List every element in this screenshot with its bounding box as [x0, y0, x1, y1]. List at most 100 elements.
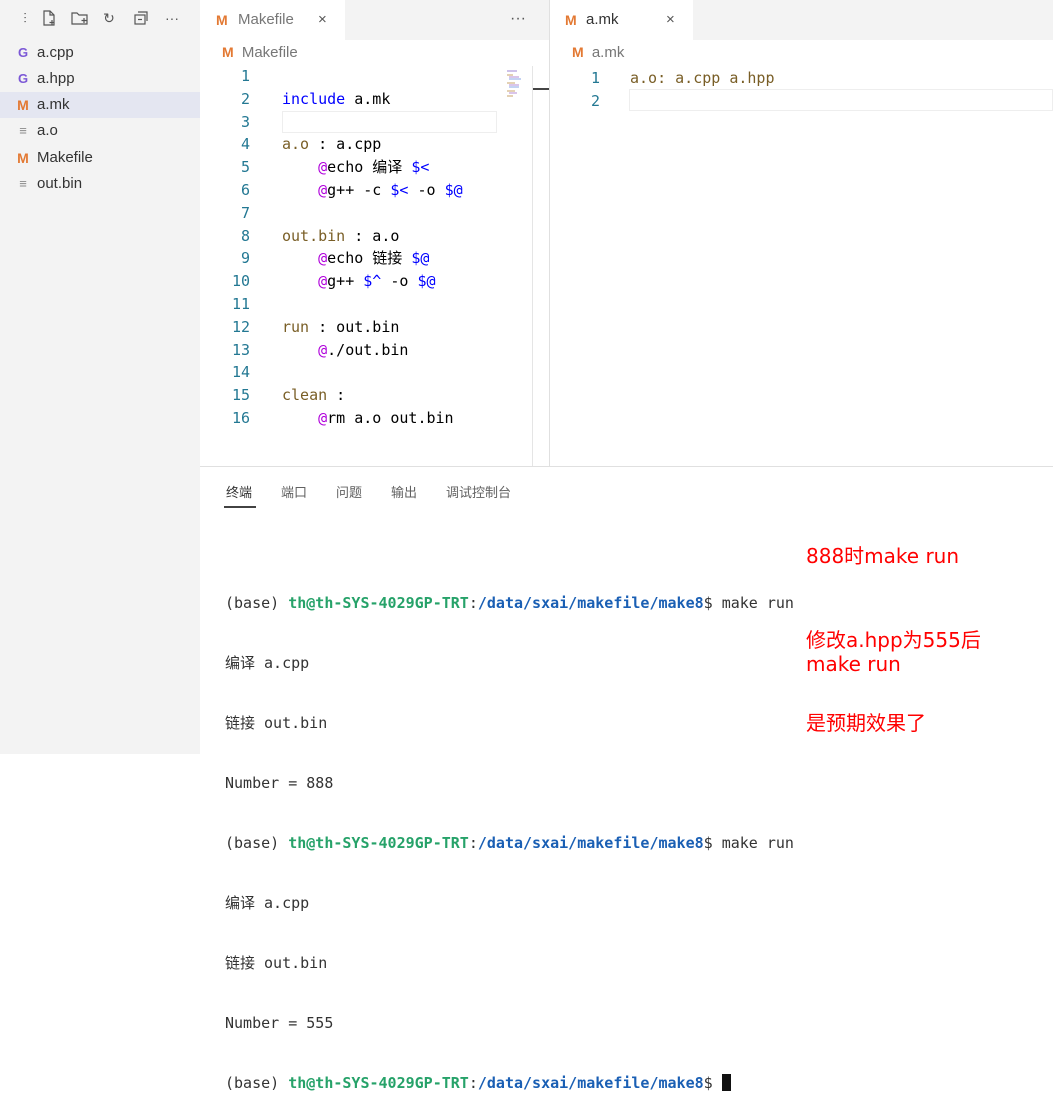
left-scrollbar[interactable]: [532, 66, 550, 466]
cpp-file-icon: G: [17, 71, 29, 86]
terminal-cursor: [721, 1074, 731, 1091]
collapse-all-icon[interactable]: [132, 9, 150, 27]
line-number: 9: [240, 249, 250, 268]
code-line: @g++ $^ -o $@: [282, 270, 436, 292]
code-token: : out.bin: [309, 317, 400, 336]
file-item-makefile[interactable]: M Makefile: [0, 145, 200, 171]
line-number: 16: [231, 409, 250, 427]
terminal-line: 编译 a.cpp: [225, 894, 310, 912]
line-number: 14: [231, 363, 250, 382]
code-token: out.bin: [282, 226, 346, 245]
code-token: @: [318, 158, 328, 177]
text-file-icon: ≡: [19, 123, 27, 138]
line-number: 2: [240, 89, 250, 108]
line-number: 3: [240, 112, 250, 131]
makefile-icon: M: [222, 44, 234, 60]
tab-terminal[interactable]: 终端: [226, 482, 252, 501]
makefile-icon: M: [572, 44, 584, 60]
makefile-icon: M: [565, 12, 577, 28]
file-label: a.cpp: [37, 44, 74, 61]
code-line: include a.mk: [282, 88, 390, 110]
code-token: $@: [411, 249, 430, 268]
terminal-line: Number = 555: [225, 1014, 334, 1032]
code-line: a.o : a.cpp: [282, 133, 381, 155]
code-line: @g++ -c $< -o $@: [282, 179, 463, 201]
code-token: : a.cpp: [309, 135, 382, 154]
file-item-out-bin[interactable]: ≡ out.bin: [0, 171, 200, 197]
code-token: @: [318, 340, 328, 359]
line-number: 11: [231, 295, 250, 313]
code-line: clean :: [282, 384, 345, 406]
code-token: ./out.bin: [327, 340, 409, 359]
tab-ports[interactable]: 端口: [281, 482, 307, 501]
new-file-icon[interactable]: [40, 9, 58, 27]
code-token: rm a.o out.bin: [327, 409, 454, 427]
terminal-prompt-line: (base) th@th-SYS-4029GP-TRT:/data/sxai/m…: [225, 594, 794, 612]
code-token: @: [318, 272, 328, 291]
breadcrumb-label: Makefile: [241, 44, 298, 61]
code-token: $^: [363, 272, 382, 291]
line-number: 1: [240, 67, 250, 85]
tab-debug-console[interactable]: 调试控制台: [446, 482, 511, 501]
line-number: 12: [231, 317, 250, 336]
code-token: a.o: [282, 135, 310, 154]
file-item-a-o[interactable]: ≡ a.o: [0, 118, 200, 144]
terminal-output[interactable]: (base) th@th-SYS-4029GP-TRT:/data/sxai/m…: [225, 553, 794, 1113]
minimap[interactable]: [505, 68, 527, 98]
file-item-a-cpp[interactable]: G a.cpp: [0, 40, 200, 66]
tab-label: Makefile: [238, 11, 294, 28]
tab-output[interactable]: 输出: [391, 482, 417, 501]
code-line: @echo 编译 $<: [282, 156, 429, 178]
line-number: 1: [590, 69, 600, 87]
code-token: -o: [408, 181, 445, 199]
new-folder-icon[interactable]: [70, 9, 88, 27]
close-icon[interactable]: ×: [666, 0, 675, 40]
line-number: 8: [240, 226, 250, 245]
code-token: :: [327, 386, 346, 405]
more-actions-icon[interactable]: ···: [510, 10, 526, 28]
line-number: 2: [590, 92, 600, 110]
code-token: a.mk: [345, 89, 391, 108]
file-label: a.o: [37, 122, 58, 139]
terminal-prompt-line: (base) th@th-SYS-4029GP-TRT:/data/sxai/m…: [225, 1073, 794, 1093]
collapse-icon[interactable]: ⫶: [16, 9, 34, 27]
terminal-line: Number = 888: [225, 774, 334, 792]
makefile-editor[interactable]: 1 2 include a.mk 3 4 a.o : a.cpp 5 @echo 编译 $<…: [200, 64, 532, 466]
code-token: $@: [417, 272, 436, 291]
code-token: : a.o: [345, 226, 400, 245]
tab-label: a.mk: [586, 11, 619, 28]
code-token: g++: [327, 272, 364, 291]
cpp-file-icon: G: [17, 45, 29, 60]
file-item-a-mk[interactable]: M a.mk: [0, 92, 200, 118]
file-label: Makefile: [37, 149, 93, 166]
file-item-a-hpp[interactable]: G a.hpp: [0, 66, 200, 92]
line-number: 15: [231, 386, 250, 405]
line-number: 7: [240, 203, 250, 222]
terminal-line: 链接 out.bin: [225, 954, 328, 972]
makefile-icon: M: [17, 150, 29, 166]
file-label: a.mk: [37, 96, 70, 113]
amk-editor[interactable]: 1 2 a.o: a.cpp a.hpp: [550, 64, 1053, 466]
breadcrumb: M a.mk: [572, 44, 624, 61]
code-token: @: [318, 249, 328, 268]
file-label: out.bin: [37, 175, 83, 192]
code-token: run: [282, 317, 310, 336]
code-token: echo 链接: [327, 249, 412, 268]
code-token: echo 编译: [327, 158, 412, 177]
breadcrumb-label: a.mk: [591, 44, 625, 61]
refresh-icon[interactable]: ↻: [100, 9, 118, 27]
code-token: clean: [282, 386, 328, 405]
annotation-note: 是预期效果了: [806, 711, 926, 735]
tab-a-mk[interactable]: M a.mk ×: [550, 0, 693, 40]
code-line: run : out.bin: [282, 316, 399, 338]
tab-problems[interactable]: 问题: [336, 482, 362, 501]
close-icon[interactable]: ×: [318, 0, 327, 40]
more-icon[interactable]: ···: [163, 9, 181, 27]
current-line-highlight: [282, 111, 497, 133]
code-line: a.o: a.cpp a.hpp: [630, 69, 775, 87]
terminal-line: 编译 a.cpp: [225, 654, 310, 672]
tab-makefile[interactable]: M Makefile ×: [200, 0, 345, 40]
